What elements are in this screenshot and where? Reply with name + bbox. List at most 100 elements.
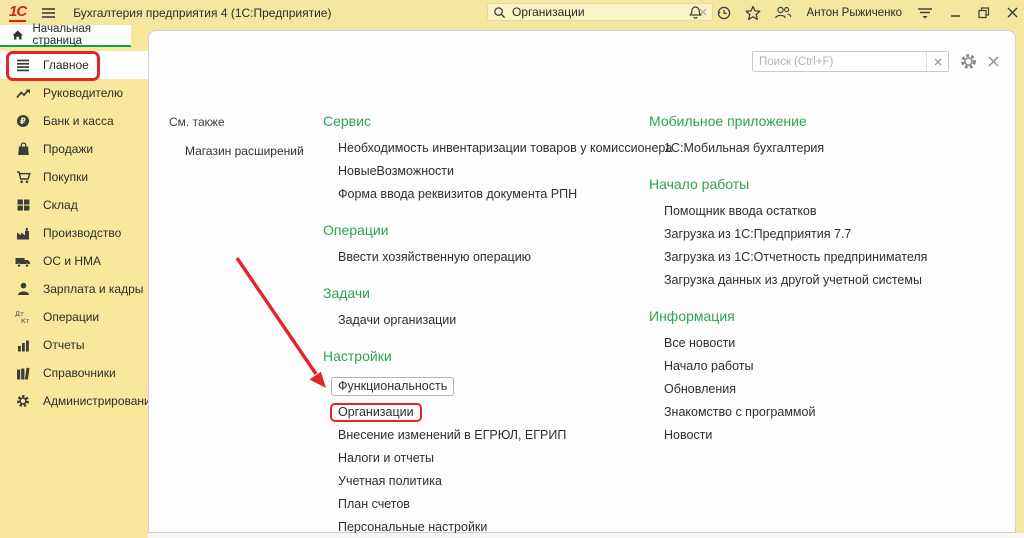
trend-chart-icon (15, 87, 31, 100)
section-mobilnoe-prilozhenie: Мобильное приложение 1С:Мобильная бухгал… (649, 113, 1024, 155)
link-item[interactable]: Форма ввода реквизитов документа РПН (338, 188, 653, 201)
discussions-users-icon[interactable] (774, 5, 792, 20)
favorites-star-icon[interactable] (745, 5, 761, 21)
global-search (487, 3, 713, 21)
tab-home-page[interactable]: Начальная страница (0, 25, 131, 47)
sidebar-item-otchety[interactable]: Отчеты (0, 331, 148, 359)
link-organizatsii[interactable]: Организации (338, 403, 653, 422)
history-icon[interactable] (716, 5, 732, 21)
sidebar-item-label: Администрирование (43, 394, 157, 408)
bar-chart-icon (15, 339, 31, 352)
link-magazin-rasshireniy[interactable]: Магазин расширений (185, 144, 304, 158)
link-item[interactable]: Загрузка из 1С:Отчетность предпринимател… (664, 251, 1024, 264)
link-item[interactable]: Все новости (664, 337, 1024, 350)
current-user[interactable]: Антон Рыжиченко (807, 7, 902, 19)
panel-search-input[interactable] (753, 52, 926, 71)
sidebar-item-administrirovanie[interactable]: Администрирование (0, 387, 148, 415)
sidebar-item-pokupki[interactable]: Покупки (0, 163, 148, 191)
sidebar-menu: Главное Руководителю ₽ Банк и касса Прод… (0, 51, 148, 415)
sidebar: Начальная страница Главное Руководителю … (0, 25, 148, 538)
link-item[interactable]: Загрузка данных из другой учетной систем… (664, 274, 1024, 287)
link-item[interactable]: Начало работы (664, 360, 1024, 373)
link-item[interactable]: Помощник ввода остатков (664, 205, 1024, 218)
link-item[interactable]: Необходимость инвентаризации товаров у к… (338, 142, 653, 155)
sidebar-item-label: Операции (43, 310, 99, 324)
link-item[interactable]: Обновления (664, 383, 1024, 396)
dt-kt-icon: ДтКт (15, 310, 31, 324)
window-title: Бухгалтерия предприятия 4 (1С:Предприяти… (73, 6, 331, 20)
sidebar-item-spravochniki[interactable]: Справочники (0, 359, 148, 387)
notifications-bell-icon[interactable] (688, 5, 703, 21)
sidebar-item-os-i-nma[interactable]: ОС и НМА (0, 247, 148, 275)
truck-icon (15, 255, 31, 268)
section-zadachi: Задачи Задачи организации (323, 285, 653, 327)
sidebar-item-bank-i-kassa[interactable]: ₽ Банк и касса (0, 107, 148, 135)
1c-logo: 1С (9, 4, 26, 22)
sidebar-item-glavnoe[interactable]: Главное (0, 51, 148, 79)
link-item[interactable]: Загрузка из 1С:Предприятия 7.7 (664, 228, 1024, 241)
sidebar-item-prodazhi[interactable]: Продажи (0, 135, 148, 163)
sidebar-item-label: Справочники (43, 366, 116, 380)
home-icon (12, 29, 24, 41)
books-icon (15, 367, 31, 380)
link-item[interactable]: План счетов (338, 498, 653, 511)
link-item[interactable]: Учетная политика (338, 475, 653, 488)
search-icon (493, 6, 506, 19)
link-item[interactable]: Знакомство с программой (664, 406, 1024, 419)
link-item[interactable]: 1С:Мобильная бухгалтерия (664, 142, 1024, 155)
sidebar-item-proizvodstvo[interactable]: Производство (0, 219, 148, 247)
global-search-input[interactable] (510, 4, 699, 20)
minimize-icon[interactable] (950, 7, 961, 18)
sidebar-item-label: Главное (43, 58, 89, 72)
sidebar-item-sklad[interactable]: Склад (0, 191, 148, 219)
titlebar-icons: Антон Рыжиченко (688, 0, 1018, 25)
titlebar: 1С Бухгалтерия предприятия 4 (1С:Предпри… (0, 0, 1024, 25)
link-item[interactable]: Ввести хозяйственную операцию (338, 251, 653, 264)
shopping-cart-icon (15, 170, 31, 184)
sidebar-item-label: Производство (43, 226, 121, 240)
link-item[interactable]: Налоги и отчеты (338, 452, 653, 465)
person-icon (15, 282, 31, 296)
section-operatsii: Операции Ввести хозяйственную операцию (323, 222, 653, 264)
grid-squares-icon (15, 199, 31, 211)
sidebar-item-operatsii[interactable]: ДтКт Операции (0, 303, 148, 331)
section-title: Задачи (323, 285, 653, 301)
sidebar-item-label: Банк и касса (43, 114, 114, 128)
section-title: Операции (323, 222, 653, 238)
sidebar-item-label: Продажи (43, 142, 93, 156)
close-window-icon[interactable] (1007, 7, 1018, 18)
section-title: Настройки (323, 348, 653, 364)
restore-window-icon[interactable] (978, 7, 990, 19)
focus-box: Функциональность (331, 377, 454, 396)
section-informatsiya: Информация Все новости Начало работы Обн… (649, 308, 1024, 442)
content-column-middle: Сервис Необходимость инвентаризации това… (323, 113, 653, 538)
section-title: Информация (649, 308, 1024, 324)
link-item[interactable]: Задачи организации (338, 314, 653, 327)
gear-icon (15, 394, 31, 408)
sidebar-item-zarplata-i-kadry[interactable]: Зарплата и кадры (0, 275, 148, 303)
link-funktsionalnost[interactable]: Функциональность (338, 377, 653, 396)
section-nachalo-raboty: Начало работы Помощник ввода остатков За… (649, 176, 1024, 287)
annotation-box-organizatsii: Организации (330, 403, 422, 422)
app-window: 1С Бухгалтерия предприятия 4 (1С:Предпри… (0, 0, 1024, 538)
link-item[interactable]: НовыеВозможности (338, 165, 653, 178)
link-item[interactable]: Новости (664, 429, 1024, 442)
panel-search-clear-icon[interactable] (926, 52, 948, 71)
see-also-group: См. также Магазин расширений (169, 115, 304, 158)
panel-search (752, 51, 949, 72)
panel-close-icon[interactable] (988, 56, 999, 67)
ruble-coin-icon: ₽ (15, 114, 31, 128)
sidebar-item-label: Склад (43, 198, 78, 212)
link-item[interactable]: Внесение изменений в ЕГРЮЛ, ЕГРИП (338, 429, 653, 442)
svg-text:Кт: Кт (21, 317, 30, 324)
tab-home-label: Начальная страница (33, 23, 132, 47)
sidebar-item-label: Руководителю (43, 86, 123, 100)
section-nastroyki: Настройки Функциональность Организации В… (323, 348, 653, 534)
content-column-right: Мобильное приложение 1С:Мобильная бухгал… (649, 113, 1024, 463)
panel-settings-gear-icon[interactable] (960, 53, 977, 70)
sidebar-item-label: ОС и НМА (43, 254, 101, 268)
main-menu-hamburger-icon[interactable] (41, 7, 56, 19)
sidebar-item-rukovoditelyu[interactable]: Руководителю (0, 79, 148, 107)
service-menu-icon[interactable] (917, 6, 933, 20)
home-panel: См. также Магазин расширений Сервис Необ… (148, 30, 1016, 533)
